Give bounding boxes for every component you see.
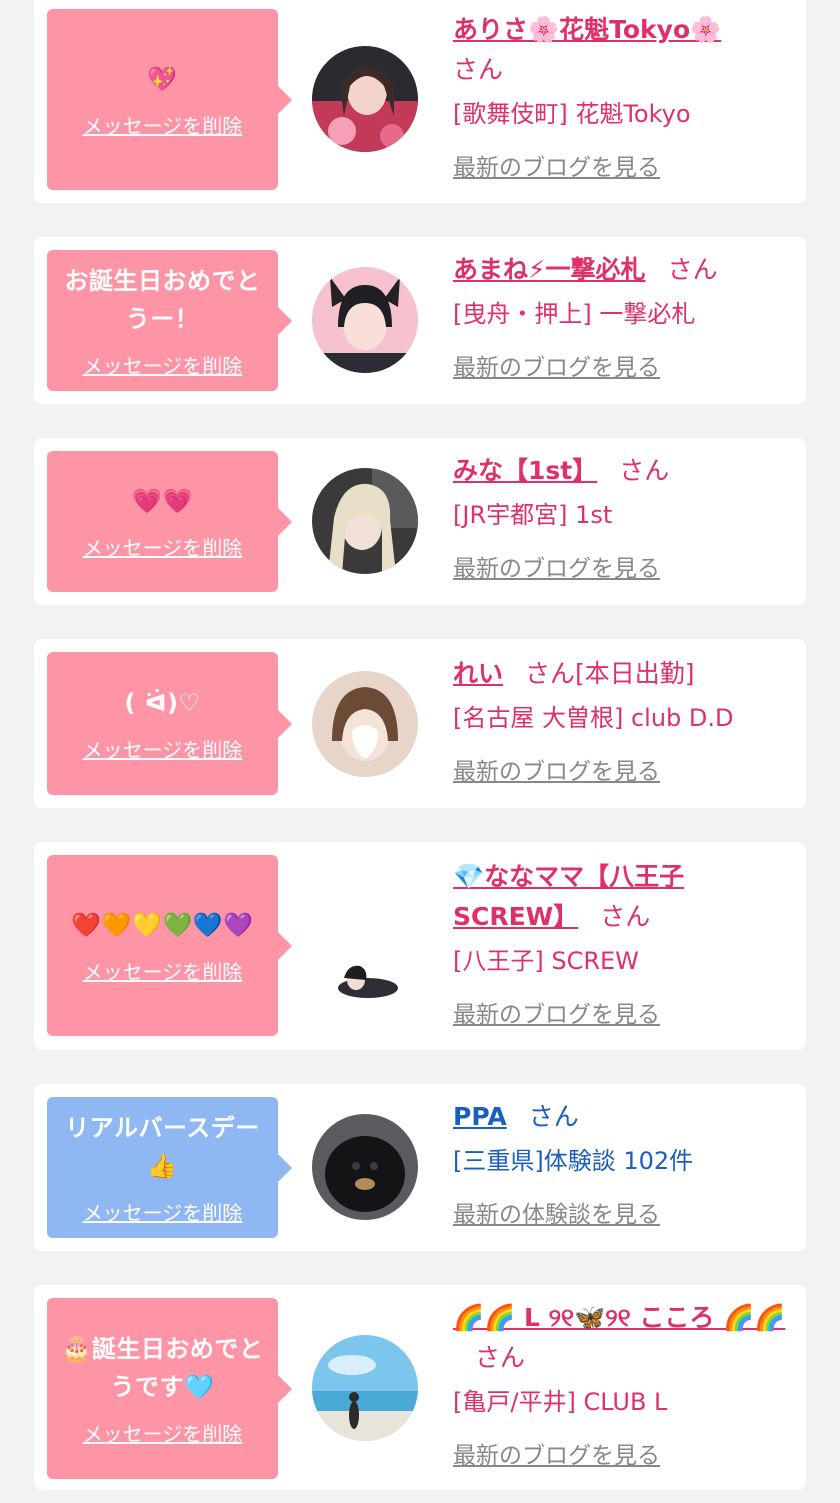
message-text: 🎂誕生日おめでとうです🩵 bbox=[61, 1335, 264, 1401]
message-bubble: ( ᐛ)♡ メッセージを削除 bbox=[47, 652, 292, 795]
message-card: ❤️🧡💛💚💙💜 メッセージを削除 💎ななママ【八王子SCREW】 さん [八王子]… bbox=[34, 842, 806, 1050]
user-name-link[interactable]: 🌈🌈 L ୨୧🦋୨୧ こころ 🌈🌈 bbox=[453, 1303, 785, 1332]
latest-blog-link[interactable]: 最新のブログを見る bbox=[453, 1436, 660, 1470]
user-name-link[interactable]: あまね⚡一撃必札 bbox=[453, 255, 646, 284]
latest-blog-link[interactable]: 最新のブログを見る bbox=[453, 549, 660, 583]
message-text: お誕生日おめでとうー！ bbox=[64, 267, 261, 333]
honorific: さん bbox=[667, 255, 718, 284]
latest-blog-link[interactable]: 最新のブログを見る bbox=[453, 995, 660, 1029]
message-bubble: ❤️🧡💛💚💙💜 メッセージを削除 bbox=[47, 855, 292, 1036]
user-name-link[interactable]: みな【1st】 bbox=[453, 456, 597, 485]
shop-info: [JR宇都宮] 1st bbox=[453, 501, 613, 529]
message-card: 💖 メッセージを削除 ありさ🌸花魁Tokyo🌸 さん [歌舞伎町] 花魁Tokyo… bbox=[34, 0, 806, 203]
message-card: 💗💗 メッセージを削除 みな【1st】 さん [JR宇都宮] 1st 最新のブログ… bbox=[34, 438, 806, 605]
honorific: さん bbox=[475, 1343, 526, 1372]
delete-message-link[interactable]: メッセージを削除 bbox=[83, 734, 243, 763]
user-info: あまね⚡一撃必札 さん [曳舟・押上] 一撃必札 最新のブログを見る bbox=[453, 250, 798, 382]
message-bubble: 💗💗 メッセージを削除 bbox=[47, 451, 292, 592]
delete-message-link[interactable]: メッセージを削除 bbox=[83, 956, 243, 985]
shop-info: [歌舞伎町] 花魁Tokyo bbox=[453, 100, 691, 128]
message-card: リアルバースデー👍 メッセージを削除 PPA さん [三重県]体験談 102件 最… bbox=[34, 1084, 806, 1251]
message-bubble: 💖 メッセージを削除 bbox=[47, 9, 292, 190]
user-info: れい さん[本日出勤] [名古屋 大曽根] club D.D 最新のブログを見る bbox=[453, 654, 798, 786]
avatar[interactable] bbox=[312, 1335, 418, 1441]
user-info: 💎ななママ【八王子SCREW】 さん [八王子] SCREW 最新のブログを見る bbox=[453, 857, 753, 1029]
shop-info: [八王子] SCREW bbox=[453, 947, 639, 975]
delete-message-link[interactable]: メッセージを削除 bbox=[83, 110, 243, 139]
user-name-link[interactable]: ありさ🌸花魁Tokyo🌸 bbox=[453, 15, 721, 44]
user-name-link[interactable]: PPA bbox=[453, 1102, 507, 1131]
avatar[interactable] bbox=[312, 267, 418, 373]
avatar[interactable] bbox=[312, 46, 418, 152]
delete-message-link[interactable]: メッセージを削除 bbox=[83, 350, 243, 379]
shop-info: [亀戸/平井] CLUB L bbox=[453, 1388, 668, 1416]
message-text: ❤️🧡💛💚💙💜 bbox=[71, 911, 254, 939]
shop-info: [曳舟・押上] 一撃必札 bbox=[453, 300, 696, 328]
message-text: 💖 bbox=[147, 65, 178, 93]
avatar[interactable] bbox=[312, 468, 418, 574]
honorific: さん bbox=[600, 902, 651, 931]
delete-message-link[interactable]: メッセージを削除 bbox=[83, 1197, 243, 1226]
message-text: 💗💗 bbox=[132, 487, 193, 515]
user-name-link[interactable]: れい bbox=[453, 659, 503, 688]
latest-blog-link[interactable]: 最新のブログを見る bbox=[453, 148, 660, 182]
honorific: さん bbox=[528, 1102, 579, 1131]
message-card: お誕生日おめでとうー！ メッセージを削除 あまね⚡一撃必札 さん [曳舟・押上] … bbox=[34, 237, 806, 404]
delete-message-link[interactable]: メッセージを削除 bbox=[83, 1418, 243, 1447]
message-card: 🎂誕生日おめでとうです🩵 メッセージを削除 🌈🌈 L ୨୧🦋୨୧ こころ 🌈🌈 さ… bbox=[34, 1285, 806, 1490]
honorific: さん bbox=[453, 55, 504, 84]
honorific: さん bbox=[619, 456, 670, 485]
message-text: リアルバースデー👍 bbox=[65, 1114, 260, 1180]
user-info: PPA さん [三重県]体験談 102件 最新の体験談を見る bbox=[453, 1097, 798, 1229]
user-info: みな【1st】 さん [JR宇都宮] 1st 最新のブログを見る bbox=[453, 451, 798, 583]
shop-info: [三重県]体験談 102件 bbox=[453, 1147, 694, 1175]
message-bubble: 🎂誕生日おめでとうです🩵 メッセージを削除 bbox=[47, 1298, 292, 1479]
message-text: ( ᐛ)♡ bbox=[124, 689, 201, 717]
avatar[interactable] bbox=[312, 1114, 418, 1220]
latest-blog-link[interactable]: 最新のブログを見る bbox=[453, 752, 660, 786]
message-bubble: お誕生日おめでとうー！ メッセージを削除 bbox=[47, 250, 292, 391]
latest-blog-link[interactable]: 最新のブログを見る bbox=[453, 348, 660, 382]
user-info: ありさ🌸花魁Tokyo🌸 さん [歌舞伎町] 花魁Tokyo 最新のブログを見る bbox=[453, 10, 798, 182]
avatar[interactable] bbox=[312, 671, 418, 777]
delete-message-link[interactable]: メッセージを削除 bbox=[83, 532, 243, 561]
user-info: 🌈🌈 L ୨୧🦋୨୧ こころ 🌈🌈 さん [亀戸/平井] CLUB L 最新のブロ… bbox=[453, 1298, 798, 1470]
honorific: さん[本日出勤] bbox=[525, 659, 695, 688]
message-bubble: リアルバースデー👍 メッセージを削除 bbox=[47, 1097, 292, 1238]
shop-info: [名古屋 大曽根] club D.D bbox=[453, 704, 734, 732]
latest-experience-link[interactable]: 最新の体験談を見る bbox=[453, 1195, 660, 1229]
message-card: ( ᐛ)♡ メッセージを削除 れい さん[本日出勤] [名古屋 大曽根] club… bbox=[34, 639, 806, 808]
avatar[interactable] bbox=[334, 950, 406, 1000]
